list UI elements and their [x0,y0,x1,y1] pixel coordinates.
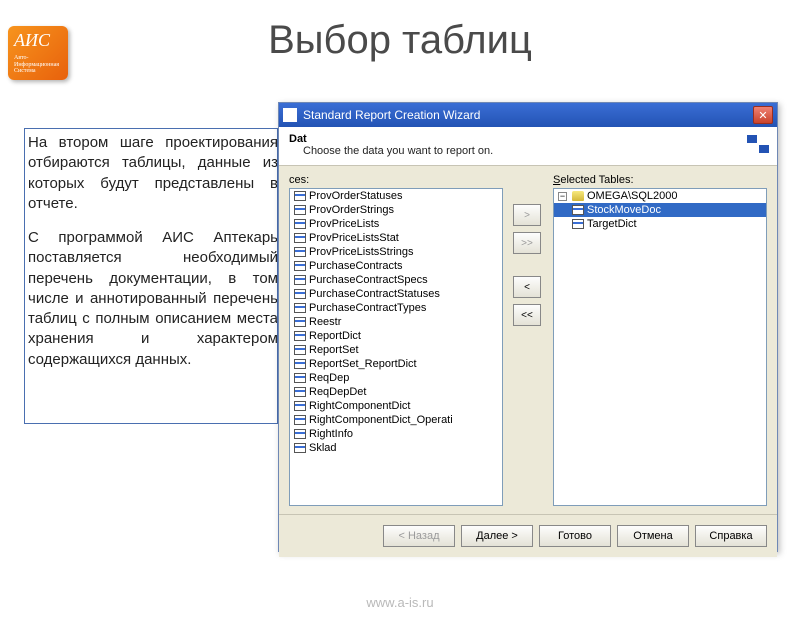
collapse-icon[interactable]: − [558,192,567,201]
available-panel: ces: ProvOrderStatusesProvOrderStringsPr… [289,174,503,506]
dialog-header: Dat Choose the data you want to report o… [279,127,777,166]
header-desc: Choose the data you want to report on. [303,145,767,157]
finish-button[interactable]: Готово [539,525,611,547]
table-icon [294,317,306,327]
table-icon [294,205,306,215]
dialog-content: ces: ProvOrderStatusesProvOrderStringsPr… [279,166,777,514]
back-button[interactable]: < Назад [383,525,455,547]
table-icon [294,359,306,369]
next-button[interactable]: Далее > [461,525,533,547]
list-item[interactable]: ReportSet_ReportDict [290,357,502,371]
tree-item-stockmovedoc[interactable]: StockMoveDoc [554,203,766,217]
table-icon [294,219,306,229]
table-icon [294,247,306,257]
list-item[interactable]: PurchaseContractStatuses [290,287,502,301]
list-item[interactable]: ProvPriceListsStat [290,231,502,245]
add-all-button[interactable]: >> [513,232,541,254]
tree-item-targetdict[interactable]: TargetDict [554,217,766,231]
selected-label: Selected Tables: [553,174,767,186]
paragraph-1: На втором шаге проектирования отбираются… [28,133,278,214]
dialog-title: Standard Report Creation Wizard [303,108,480,122]
add-button[interactable]: > [513,204,541,226]
list-item[interactable]: ProvOrderStatuses [290,189,502,203]
wizard-dialog: Standard Report Creation Wizard ✕ Dat Ch… [278,102,778,552]
table-icon [294,345,306,355]
list-item[interactable]: Sklad [290,441,502,455]
list-item[interactable]: RightInfo [290,427,502,441]
titlebar[interactable]: Standard Report Creation Wizard ✕ [279,103,777,127]
list-item[interactable]: Reestr [290,315,502,329]
cancel-button[interactable]: Отмена [617,525,689,547]
available-label: ces: [289,174,503,186]
page-title: Выбор таблиц [0,18,800,63]
table-icon [294,261,306,271]
list-item[interactable]: PurchaseContracts [290,259,502,273]
list-item[interactable]: RightComponentDict_Operati [290,413,502,427]
table-icon [294,387,306,397]
list-item[interactable]: PurchaseContractSpecs [290,273,502,287]
table-icon [294,415,306,425]
list-item[interactable]: RightComponentDict [290,399,502,413]
table-icon [294,275,306,285]
root-label: OMEGA\SQL2000 [587,190,678,202]
selected-panel: Selected Tables: − OMEGA\SQL2000 StockMo… [553,174,767,506]
table-icon [294,443,306,453]
available-listbox[interactable]: ProvOrderStatusesProvOrderStringsProvPri… [289,188,503,506]
button-row: < Назад Далее > Готово Отмена Справка [279,514,777,557]
table-icon [294,429,306,439]
table-icon [294,331,306,341]
database-icon [572,191,584,201]
footer-url: www.a-is.ru [0,595,800,610]
table-icon [294,191,306,201]
table-icon [572,205,584,215]
list-item[interactable]: ReportSet [290,343,502,357]
list-item[interactable]: ReportDict [290,329,502,343]
table-icon [294,401,306,411]
list-item[interactable]: PurchaseContractTypes [290,301,502,315]
paragraph-2: С программой АИС Аптекарь поставляется н… [28,228,278,370]
list-item[interactable]: ReqDep [290,371,502,385]
header-title: Dat [289,133,767,145]
selected-listbox[interactable]: − OMEGA\SQL2000 StockMoveDoc TargetDict [553,188,767,506]
table-icon [294,289,306,299]
table-icon [294,303,306,313]
list-item[interactable]: ProvPriceListsStrings [290,245,502,259]
close-button[interactable]: ✕ [753,106,773,124]
list-item[interactable]: ReqDepDet [290,385,502,399]
body-text: На втором шаге проектирования отбираются… [28,133,278,384]
remove-all-button[interactable]: << [513,304,541,326]
table-icon [572,219,584,229]
remove-button[interactable]: < [513,276,541,298]
logo-text: АИС [14,30,50,50]
list-item[interactable]: ProvPriceLists [290,217,502,231]
mover-buttons: > >> < << [513,174,543,506]
tree-root[interactable]: − OMEGA\SQL2000 [554,189,766,203]
help-button[interactable]: Справка [695,525,767,547]
table-icon [294,233,306,243]
logo: АИС Авто- Информационная Система [8,26,68,80]
header-icon [747,135,769,153]
table-icon [294,373,306,383]
window-icon [283,108,297,122]
list-item[interactable]: ProvOrderStrings [290,203,502,217]
logo-subtext: Авто- Информационная Система [14,55,62,75]
